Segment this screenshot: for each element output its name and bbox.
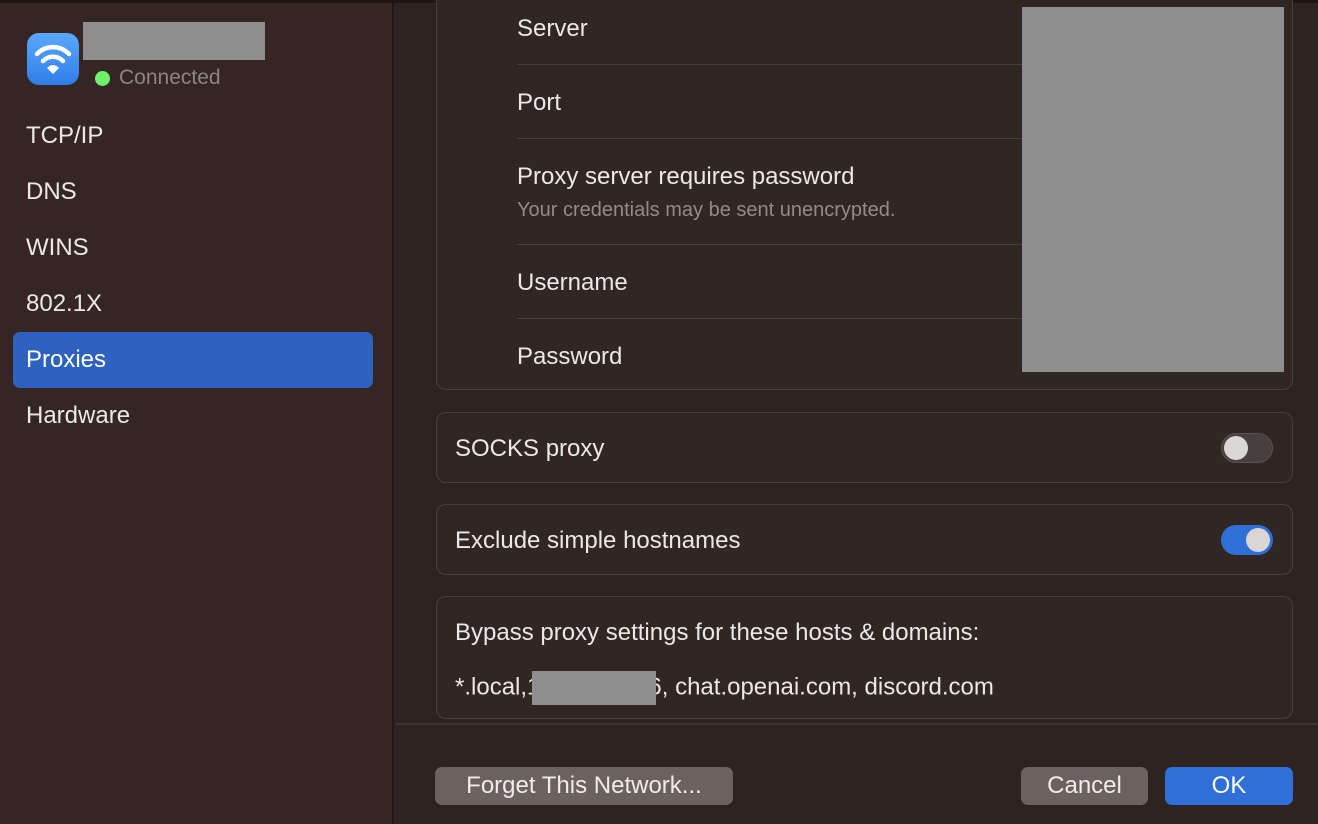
port-label: Port bbox=[517, 89, 562, 116]
divider bbox=[517, 244, 1022, 245]
status-dot-icon bbox=[95, 70, 110, 86]
sidebar-item-8021x[interactable]: 802.1X bbox=[13, 276, 373, 332]
server-label: Server bbox=[517, 15, 588, 42]
ok-button[interactable]: OK bbox=[1165, 767, 1293, 805]
exclude-simple-toggle[interactable] bbox=[1221, 525, 1273, 555]
forget-network-button[interactable]: Forget This Network... bbox=[435, 767, 733, 805]
password-required-label: Proxy server requires password bbox=[517, 163, 855, 190]
bypass-redacted bbox=[532, 671, 657, 705]
sidebar-item-proxies[interactable]: Proxies bbox=[13, 332, 373, 388]
footer-divider bbox=[396, 723, 1318, 725]
socks-proxy-toggle[interactable] bbox=[1221, 433, 1273, 463]
socks-proxy-label: SOCKS proxy bbox=[455, 435, 605, 462]
cancel-button[interactable]: Cancel bbox=[1021, 767, 1148, 805]
password-required-note: Your credentials may be sent unencrypted… bbox=[517, 199, 896, 221]
network-name-redacted bbox=[83, 22, 265, 60]
exclude-simple-label: Exclude simple hostnames bbox=[455, 527, 741, 554]
bypass-label: Bypass proxy settings for these hosts & … bbox=[455, 619, 980, 646]
divider bbox=[517, 318, 1022, 319]
sidebar-item-wins[interactable]: WINS bbox=[13, 220, 373, 276]
connection-status: Connected bbox=[95, 66, 221, 90]
password-label: Password bbox=[517, 343, 623, 370]
sidebar-item-dns[interactable]: DNS bbox=[13, 164, 373, 220]
wifi-icon bbox=[27, 33, 79, 85]
sidebar-item-hardware[interactable]: Hardware bbox=[13, 388, 373, 444]
divider bbox=[517, 64, 1022, 65]
proxy-fields-redacted bbox=[1022, 7, 1284, 372]
divider bbox=[517, 138, 1022, 139]
username-label: Username bbox=[517, 269, 628, 296]
bypass-hosts-field[interactable]: *.local,1 6, chat.openai.com, discord.com bbox=[455, 671, 1275, 705]
sidebar-item-tcpip[interactable]: TCP/IP bbox=[13, 108, 373, 164]
